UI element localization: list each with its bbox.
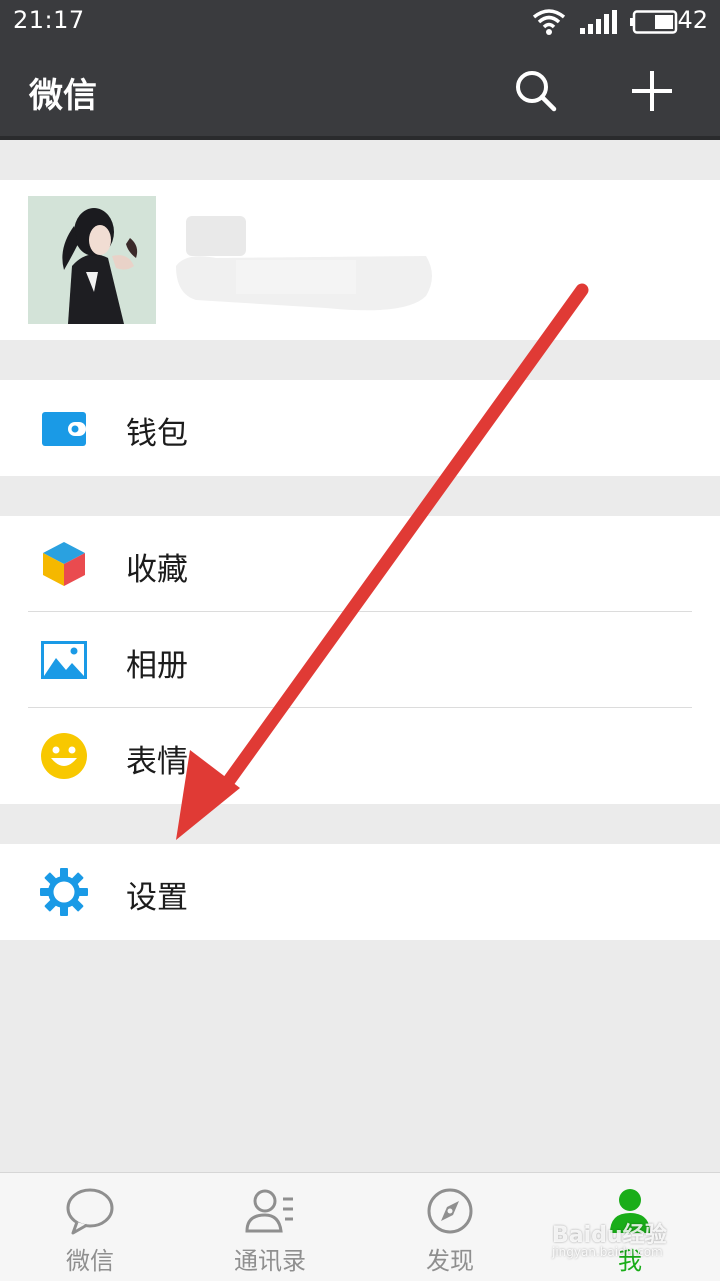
add-button[interactable] — [629, 68, 675, 114]
tab-label-discover: 发现 — [426, 1247, 474, 1275]
menu-label-stickers: 表情 — [126, 744, 188, 780]
image-icon — [41, 641, 87, 679]
menu-label-album: 相册 — [126, 648, 188, 684]
menu-item-album[interactable]: 相册 — [0, 612, 720, 708]
tab-chats[interactable]: 微信 — [0, 1173, 180, 1281]
collections-section: 收藏 相册 表情 — [0, 516, 720, 804]
menu-item-stickers[interactable]: 表情 — [0, 708, 720, 804]
page-title: 微信 — [29, 76, 97, 116]
app-header: 微信 — [0, 44, 720, 140]
avatar — [28, 196, 156, 324]
menu-item-settings[interactable]: 设置 — [0, 844, 720, 940]
gear-icon — [40, 868, 88, 916]
wallet-icon — [42, 412, 86, 446]
menu-item-wallet[interactable]: 钱包 — [0, 380, 720, 476]
status-time: 21:17 — [13, 6, 85, 34]
menu-item-favorites[interactable]: 收藏 — [0, 516, 720, 612]
wallet-section: 钱包 — [0, 380, 720, 476]
chat-bubble-icon — [66, 1188, 114, 1235]
search-button[interactable] — [513, 68, 559, 114]
watermark: Baidu经验 jingyan.baidu.com — [552, 1217, 667, 1259]
contacts-icon — [245, 1189, 293, 1233]
battery-level: 42 — [677, 6, 708, 34]
compass-icon — [427, 1188, 473, 1234]
menu-label-wallet: 钱包 — [126, 416, 188, 452]
watermark-sub: jingyan.baidu.com — [552, 1245, 663, 1259]
smiley-icon — [41, 733, 87, 779]
search-icon — [516, 71, 557, 112]
bottom-tab-bar: 微信 通讯录 发现 我 Baidu经验 jingyan.baidu.com — [0, 1172, 720, 1281]
tab-discover[interactable]: 发现 — [360, 1173, 540, 1281]
wifi-icon — [532, 9, 566, 35]
plus-icon — [632, 71, 672, 111]
tab-contacts[interactable]: 通讯录 — [180, 1173, 360, 1281]
cube-icon — [43, 542, 85, 586]
status-bar: 21:17 42 — [0, 0, 720, 44]
tab-label-contacts: 通讯录 — [234, 1247, 306, 1275]
battery-icon — [630, 10, 678, 34]
menu-label-favorites: 收藏 — [126, 552, 188, 588]
profile-card[interactable] — [0, 180, 720, 340]
tab-label-chats: 微信 — [66, 1247, 114, 1275]
blurred-username — [176, 216, 432, 311]
settings-section: 设置 — [0, 844, 720, 940]
signal-icon — [580, 10, 617, 34]
avatar-illustration — [28, 196, 156, 324]
menu-label-settings: 设置 — [126, 880, 188, 916]
